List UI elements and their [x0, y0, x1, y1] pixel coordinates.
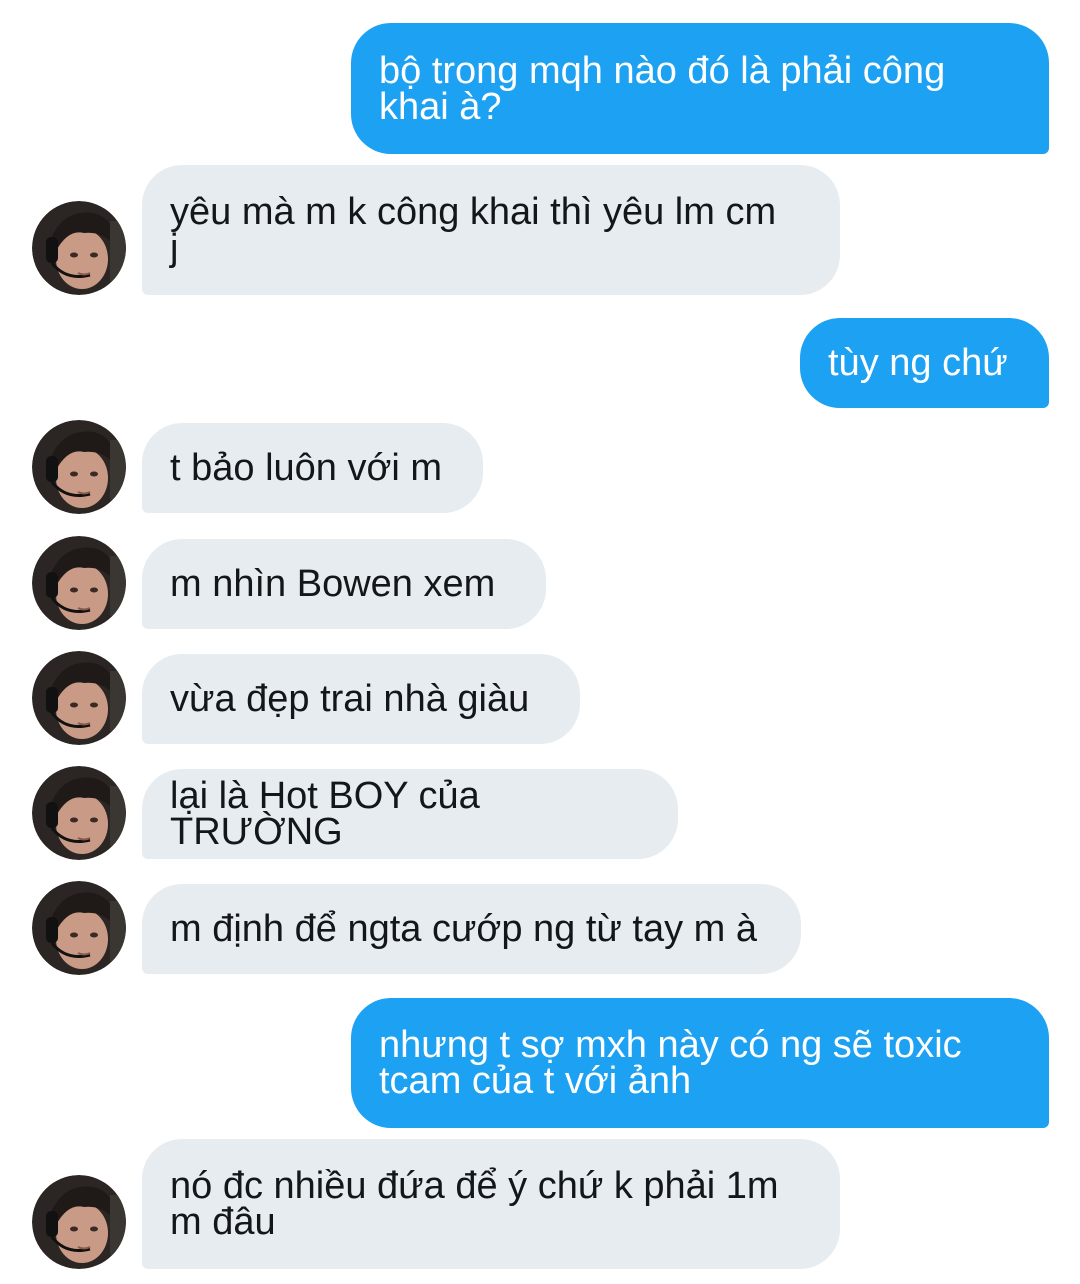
message-bubble-incoming[interactable]: t bảo luôn với m — [142, 423, 483, 513]
user-avatar-icon[interactable] — [32, 536, 126, 630]
message-bubble-outgoing[interactable]: bộ trong mqh nào đó là phải công khai à? — [351, 23, 1049, 154]
message-bubble-incoming[interactable]: lại là Hot BOY của TRƯỜNG — [142, 769, 678, 859]
user-avatar-icon[interactable] — [32, 1175, 126, 1269]
chat-screen: { "colors": { "sent_bubble": "#1da1f2", … — [0, 0, 1080, 1284]
message-bubble-incoming[interactable]: nó đc nhiều đứa để ý chứ k phải 1m m đâu — [142, 1139, 840, 1269]
message-bubble-incoming[interactable]: vừa đẹp trai nhà giàu — [142, 654, 580, 744]
user-avatar-icon[interactable] — [32, 201, 126, 295]
user-avatar-icon[interactable] — [32, 766, 126, 860]
message-bubble-incoming[interactable]: m nhìn Bowen xem — [142, 539, 546, 629]
message-bubble-outgoing[interactable]: nhưng t sợ mxh này có ng sẽ toxic tcam c… — [351, 998, 1049, 1128]
message-bubble-outgoing[interactable]: tùy ng chứ — [800, 318, 1049, 408]
message-bubble-incoming[interactable]: m định để ngta cướp ng từ tay m à — [142, 884, 801, 974]
message-bubble-incoming[interactable]: yêu mà m k công khai thì yêu lm cm j — [142, 165, 840, 295]
user-avatar-icon[interactable] — [32, 420, 126, 514]
user-avatar-icon[interactable] — [32, 651, 126, 745]
user-avatar-icon[interactable] — [32, 881, 126, 975]
